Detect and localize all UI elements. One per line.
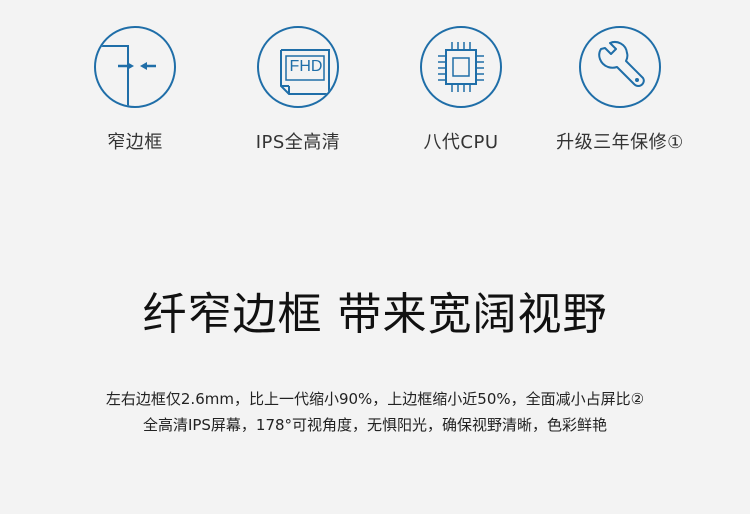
feature-label: IPS全高清 xyxy=(255,132,341,153)
feature-cpu: 八代CPU xyxy=(381,26,541,154)
fhd-display-icon: FHD xyxy=(257,26,339,108)
narrow-bezel-icon xyxy=(94,26,176,108)
headline: 纤窄边框 带来宽阔视野 xyxy=(142,289,608,340)
description-line-2: 全高清IPS屏幕，178°可视角度，无惧阳光，确保视野清晰，色彩鲜艳 xyxy=(142,416,608,434)
description-line-1: 左右边框仅2.6mm，比上一代缩小90%，上边框缩小近50%，全面减小占屏比② xyxy=(105,390,645,408)
feature-label: 八代CPU xyxy=(423,132,499,153)
fhd-icon-text: FHD xyxy=(289,58,323,75)
feature-ips-fhd: FHD IPS全高清 xyxy=(218,26,378,154)
feature-narrow-bezel: 窄边框 xyxy=(55,26,215,154)
feature-warranty: 升级三年保修① xyxy=(540,26,700,154)
feature-label: 升级三年保修① xyxy=(556,132,684,153)
description: 左右边框仅2.6mm，比上一代缩小90%，上边框缩小近50%，全面减小占屏比② … xyxy=(0,386,750,438)
feature-row: 窄边框 FHD IPS全高清 八代CPU 升级三年保修① xyxy=(0,26,750,166)
wrench-icon xyxy=(579,26,661,108)
cpu-chip-icon xyxy=(420,26,502,108)
feature-label: 窄边框 xyxy=(107,132,163,153)
